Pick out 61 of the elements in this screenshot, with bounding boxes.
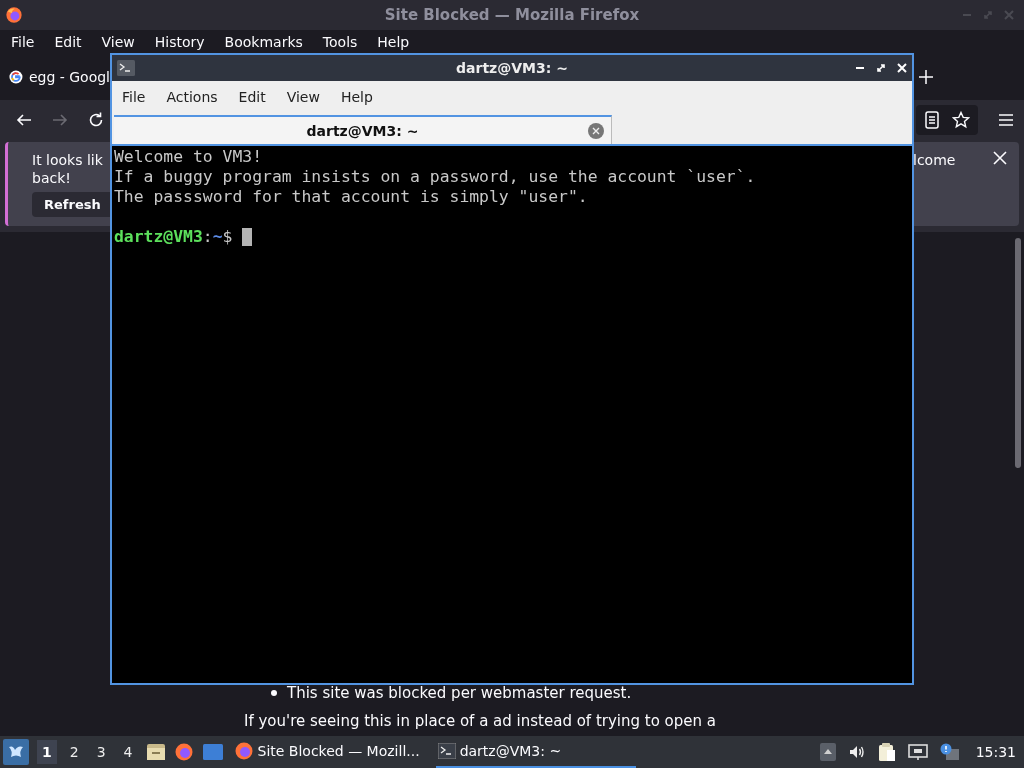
menu-item[interactable]: Edit bbox=[238, 88, 266, 105]
taskbar-task[interactable]: Site Blocked — Mozill... bbox=[231, 736, 428, 768]
network-icon[interactable] bbox=[907, 743, 928, 761]
notification-text: lcome bbox=[913, 151, 956, 169]
paragraph-text: If you're seeing this in place of a ad instead of trying to open a bbox=[244, 712, 717, 730]
terminal-output: If a buggy program insists on a password, use the account `user`. bbox=[114, 167, 756, 187]
workspace-button[interactable]: 1 bbox=[37, 740, 57, 764]
task-title: dartz@VM3: ~ bbox=[459, 743, 562, 759]
text-cursor bbox=[242, 228, 253, 246]
refresh-button[interactable]: Refresh bbox=[32, 192, 110, 217]
close-tab-icon[interactable] bbox=[588, 122, 604, 139]
menu-item[interactable]: Actions bbox=[166, 88, 218, 105]
taskbar-task[interactable]: dartz@VM3: ~ bbox=[435, 736, 636, 768]
menu-item[interactable]: Bookmarks bbox=[224, 33, 303, 50]
new-tab-icon[interactable] bbox=[919, 69, 933, 84]
star-icon[interactable] bbox=[952, 111, 970, 129]
prompt-user-host: dartz@VM3 bbox=[114, 227, 203, 247]
tray-expand-icon[interactable] bbox=[819, 743, 836, 761]
window-title: dartz@VM3: ~ bbox=[456, 60, 568, 76]
menu-icon[interactable] bbox=[998, 113, 1014, 127]
notification-text: back! bbox=[32, 169, 71, 187]
notification-icon[interactable] bbox=[939, 743, 960, 761]
menu-item[interactable]: Tools bbox=[322, 33, 358, 50]
desktop-icon[interactable] bbox=[201, 742, 224, 762]
workspace-button[interactable]: 4 bbox=[118, 740, 138, 764]
menu-item[interactable]: File bbox=[11, 33, 35, 50]
menu-item[interactable]: History bbox=[154, 33, 205, 50]
terminal-output: Welcome to VM3! bbox=[114, 147, 263, 167]
terminal-output: The passsword for that account is simply "user". bbox=[114, 187, 588, 207]
reader-view-icon[interactable] bbox=[924, 111, 940, 129]
browser-logo-icon[interactable] bbox=[173, 742, 194, 762]
menu-item[interactable]: View bbox=[286, 88, 320, 105]
clipboard-icon[interactable] bbox=[877, 742, 896, 762]
menu-item[interactable]: Help bbox=[377, 33, 410, 50]
notification-text: It looks lik bbox=[32, 151, 103, 169]
clock: 15:31 bbox=[975, 744, 1016, 760]
browser-tab[interactable]: egg - Googl bbox=[28, 68, 110, 85]
prompt-path: ~ bbox=[212, 227, 223, 247]
prompt-separator: : bbox=[202, 227, 213, 247]
window-title: Site Blocked — Mozilla Firefox bbox=[384, 6, 640, 24]
list-item-text: This site was blocked per webmaster request. bbox=[287, 684, 632, 702]
menu-item[interactable]: View bbox=[101, 33, 135, 50]
file-manager-icon[interactable] bbox=[145, 742, 166, 762]
browser-logo-icon bbox=[5, 6, 23, 24]
workspace-button[interactable]: 2 bbox=[64, 740, 84, 764]
workspace-button[interactable]: 3 bbox=[91, 740, 111, 764]
menu-item[interactable]: Edit bbox=[54, 33, 82, 50]
prompt-symbol: $ bbox=[222, 227, 233, 247]
menu-item[interactable]: File bbox=[122, 88, 146, 105]
maximize-icon[interactable] bbox=[876, 63, 886, 73]
menu-item[interactable]: Help bbox=[340, 88, 373, 105]
google-g-icon bbox=[9, 68, 23, 85]
terminal-icon bbox=[437, 743, 456, 759]
reload-icon[interactable] bbox=[87, 111, 105, 129]
task-title: Site Blocked — Mozill... bbox=[257, 743, 420, 759]
bullet-icon bbox=[271, 690, 277, 696]
terminal-tab[interactable]: dartz@VM3: ~ bbox=[114, 115, 612, 144]
scrollbar-thumb[interactable] bbox=[1015, 238, 1021, 468]
terminal-icon bbox=[117, 60, 135, 76]
browser-logo-icon bbox=[233, 741, 254, 761]
start-menu-icon[interactable] bbox=[3, 739, 29, 765]
